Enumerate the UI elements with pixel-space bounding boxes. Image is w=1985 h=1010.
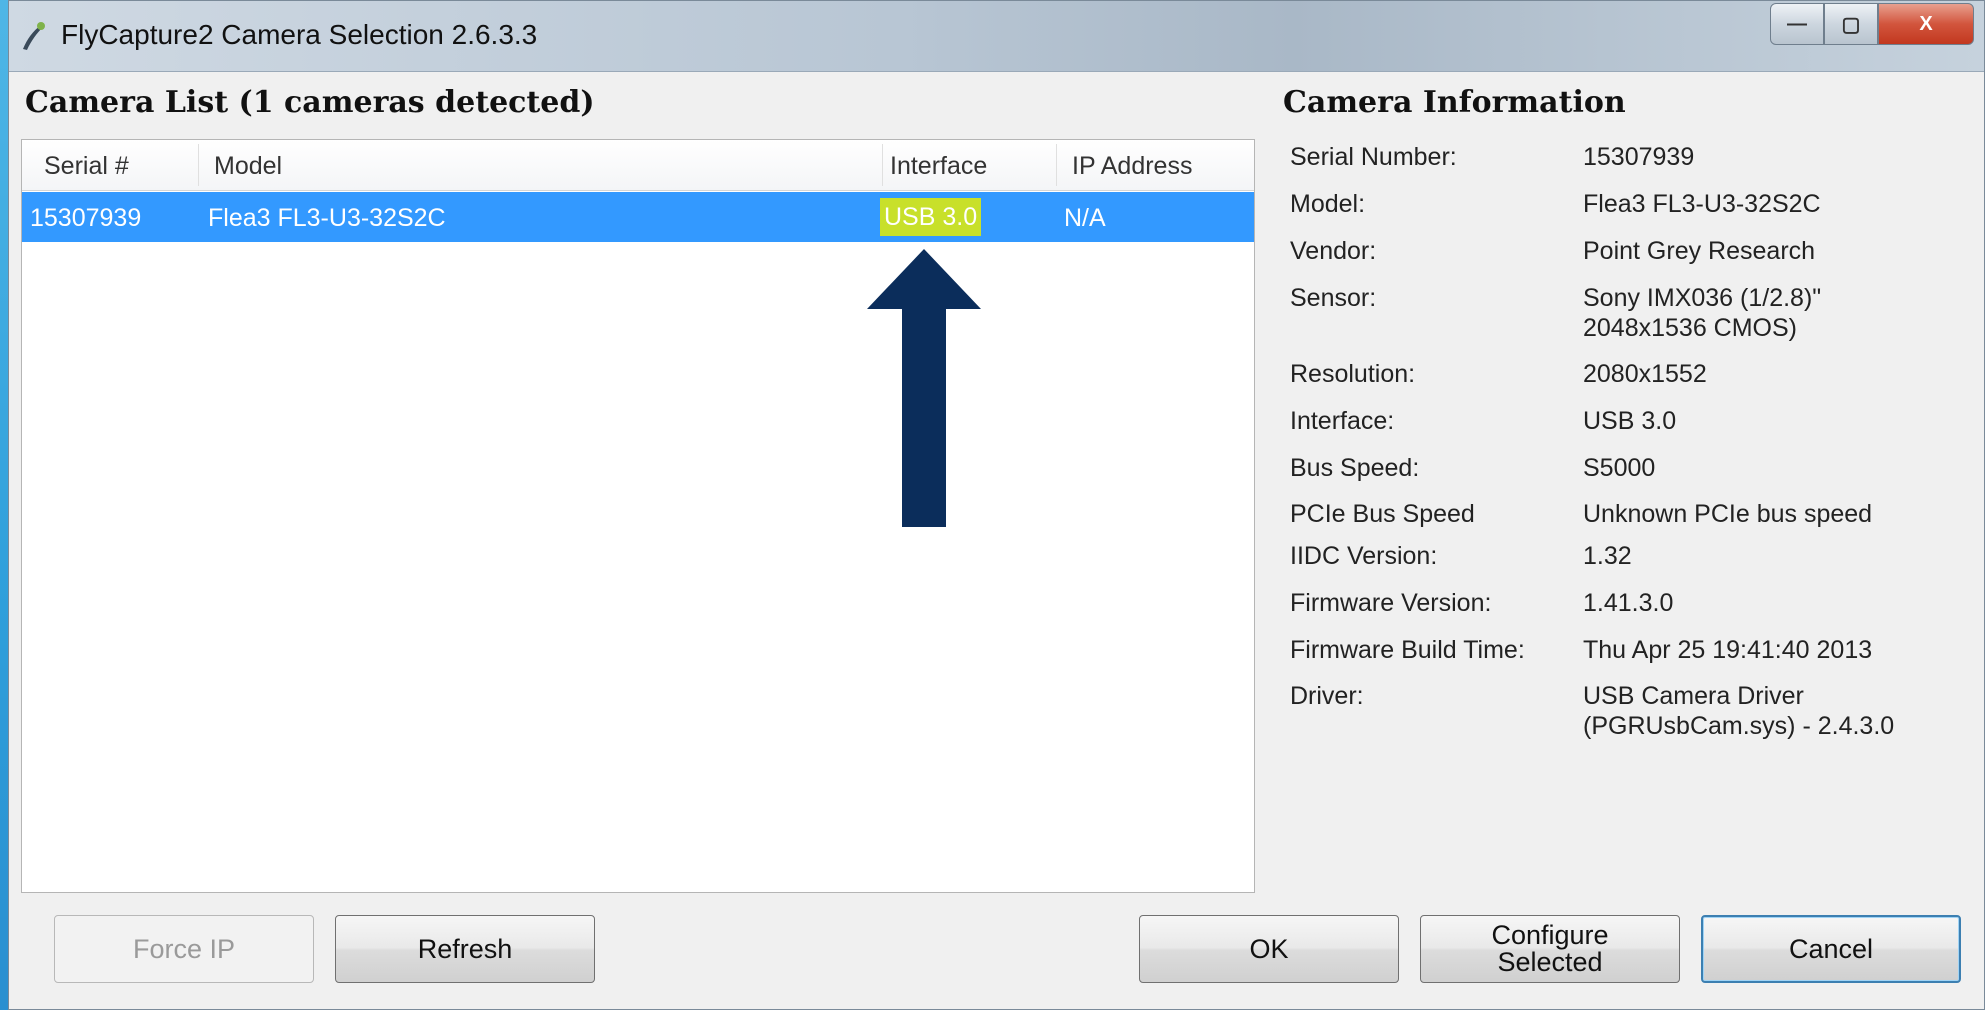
cell-model: Flea3 FL3-U3-32S2C bbox=[208, 204, 446, 232]
info-value-driver-line2: (PGRUsbCam.sys) - 2.4.3.0 bbox=[1583, 712, 1895, 740]
camera-list-header: Serial # Model Interface IP Address bbox=[22, 140, 1254, 191]
info-label-pcie-bus-speed: PCIe Bus Speed bbox=[1290, 500, 1475, 528]
info-value-model: Flea3 FL3-U3-32S2C bbox=[1583, 190, 1821, 218]
info-label-firmware-build-time: Firmware Build Time: bbox=[1290, 636, 1525, 664]
camera-list-title: Camera List (1 cameras detected) bbox=[25, 85, 595, 120]
column-header-model[interactable]: Model bbox=[214, 152, 282, 181]
info-value-vendor: Point Grey Research bbox=[1583, 237, 1816, 265]
ok-button[interactable]: OK bbox=[1139, 915, 1399, 983]
info-label-firmware-version: Firmware Version: bbox=[1290, 589, 1492, 617]
info-label-interface: Interface: bbox=[1290, 407, 1395, 435]
column-divider[interactable] bbox=[198, 144, 199, 186]
column-header-interface[interactable]: Interface bbox=[890, 152, 987, 181]
info-value-bus-speed: S5000 bbox=[1583, 454, 1656, 482]
title-bar[interactable]: FlyCapture2 Camera Selection 2.6.3.3 — ▢… bbox=[9, 1, 1984, 72]
close-button[interactable]: X bbox=[1878, 3, 1974, 45]
configure-selected-label-line1: Configure bbox=[1491, 920, 1609, 950]
info-value-serial-number: 15307939 bbox=[1583, 143, 1695, 171]
window-title: FlyCapture2 Camera Selection 2.6.3.3 bbox=[61, 19, 538, 50]
info-label-iidc-version: IIDC Version: bbox=[1290, 542, 1438, 570]
info-value-sensor: Sony IMX036 (1/2.8)" bbox=[1583, 284, 1822, 312]
configure-selected-label-line2: Selected bbox=[1497, 947, 1603, 977]
column-header-ip-address[interactable]: IP Address bbox=[1072, 152, 1192, 181]
cancel-button[interactable]: Cancel bbox=[1701, 915, 1961, 983]
camera-row-selected[interactable]: 15307939 Flea3 FL3-U3-32S2C USB 3.0 N/A bbox=[22, 192, 1254, 242]
column-divider[interactable] bbox=[1056, 144, 1057, 186]
force-ip-button[interactable]: Force IP bbox=[54, 915, 314, 983]
column-header-serial[interactable]: Serial # bbox=[44, 152, 129, 181]
cell-interface: USB 3.0 bbox=[880, 198, 982, 236]
info-label-sensor: Sensor: bbox=[1290, 284, 1377, 312]
info-label-serial-number: Serial Number: bbox=[1290, 143, 1457, 171]
info-value-resolution: 2080x1552 bbox=[1583, 360, 1707, 388]
info-value-driver: USB Camera Driver bbox=[1583, 682, 1804, 710]
info-value-interface: USB 3.0 bbox=[1583, 407, 1677, 435]
app-icon bbox=[23, 22, 45, 50]
info-label-model: Model: bbox=[1290, 190, 1366, 218]
cell-serial: 15307939 bbox=[30, 204, 142, 232]
camera-selection-window: FlyCapture2 Camera Selection 2.6.3.3 — ▢… bbox=[8, 0, 1985, 1010]
refresh-button[interactable]: Refresh bbox=[335, 915, 595, 983]
window-controls: — ▢ X bbox=[1770, 3, 1974, 45]
maximize-button[interactable]: ▢ bbox=[1824, 3, 1878, 45]
info-value-firmware-build-time: Thu Apr 25 19:41:40 2013 bbox=[1583, 636, 1873, 664]
camera-list[interactable]: Serial # Model Interface IP Address 1530… bbox=[21, 139, 1255, 893]
info-value-firmware-version: 1.41.3.0 bbox=[1583, 589, 1674, 617]
configure-selected-button[interactable]: Configure Selected bbox=[1420, 915, 1680, 983]
minimize-button[interactable]: — bbox=[1770, 3, 1824, 45]
annotation-arrow-icon bbox=[867, 249, 981, 527]
info-value-iidc-version: 1.32 bbox=[1583, 542, 1632, 570]
cell-ip-address: N/A bbox=[1064, 204, 1106, 232]
column-divider[interactable] bbox=[882, 144, 883, 186]
info-label-vendor: Vendor: bbox=[1290, 237, 1377, 265]
info-label-resolution: Resolution: bbox=[1290, 360, 1416, 388]
info-value-pcie-bus-speed: Unknown PCIe bus speed bbox=[1583, 500, 1873, 528]
info-label-driver: Driver: bbox=[1290, 682, 1364, 710]
info-value-sensor-line2: 2048x1536 CMOS) bbox=[1583, 314, 1798, 342]
camera-info-title: Camera Information bbox=[1283, 85, 1626, 120]
info-label-bus-speed: Bus Speed: bbox=[1290, 454, 1420, 482]
